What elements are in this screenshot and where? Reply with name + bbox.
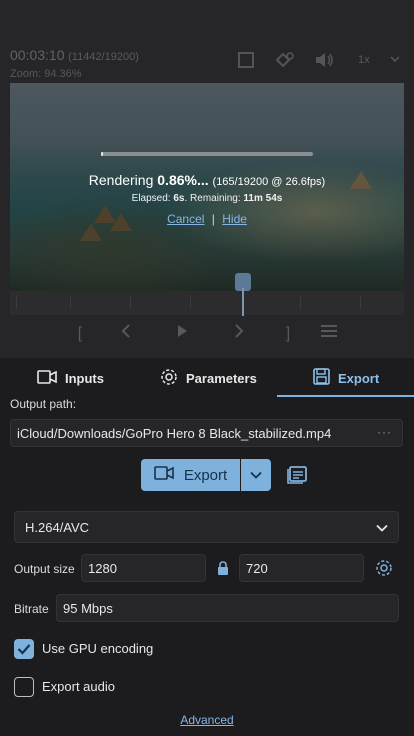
lock-icon[interactable] bbox=[217, 561, 229, 580]
gear-icon bbox=[160, 368, 178, 389]
zoom-level: Zoom: 94.36% bbox=[10, 68, 82, 80]
chevron-down-icon bbox=[390, 54, 400, 66]
bitrate-value: 95 Mbps bbox=[63, 600, 113, 616]
remaining-value: 11m 54s bbox=[243, 193, 283, 204]
output-height-field[interactable]: 720 bbox=[239, 554, 364, 582]
output-size-label: Output size bbox=[14, 562, 75, 576]
trim-start-button[interactable]: [ bbox=[68, 322, 92, 346]
frame-counter: (11442/19200) bbox=[68, 51, 139, 63]
chevron-down-icon bbox=[376, 520, 388, 535]
next-frame-icon[interactable] bbox=[227, 322, 251, 346]
output-path-value: iCloud/Downloads/GoPro Hero 8 Black_stab… bbox=[17, 425, 332, 441]
render-progress-bar bbox=[101, 152, 313, 156]
use-gpu-checkbox[interactable] bbox=[14, 639, 34, 659]
tab-parameters[interactable]: Parameters bbox=[160, 358, 257, 398]
tab-export-label: Export bbox=[338, 370, 380, 386]
use-gpu-label[interactable]: Use GPU encoding bbox=[42, 641, 153, 656]
prev-frame-icon[interactable] bbox=[114, 322, 138, 346]
active-tab-indicator bbox=[277, 395, 414, 397]
actions-separator: | bbox=[211, 212, 215, 226]
render-detail: (165/19200 @ 26.6fps) bbox=[212, 176, 326, 188]
playback-speed-select[interactable]: 1x bbox=[352, 50, 406, 70]
advanced-link[interactable]: Advanced bbox=[180, 713, 233, 727]
volume-icon[interactable] bbox=[314, 50, 336, 75]
export-options-dropdown[interactable] bbox=[241, 459, 271, 491]
timeline-controls: [ ] bbox=[0, 322, 414, 348]
timeline[interactable] bbox=[10, 291, 404, 315]
render-actions: Cancel | Hide bbox=[0, 212, 414, 226]
play-icon[interactable] bbox=[170, 322, 194, 346]
remaining-label: . Remaining: bbox=[184, 193, 241, 204]
crop-icon[interactable] bbox=[236, 50, 256, 75]
path-options-button[interactable]: ··· bbox=[377, 425, 392, 439]
output-width-value: 1280 bbox=[88, 560, 117, 576]
elapsed-value: 6s bbox=[173, 193, 185, 204]
output-width-field[interactable]: 1280 bbox=[81, 554, 206, 582]
render-status: Rendering 0.86%... (165/19200 @ 26.6fps) bbox=[0, 172, 414, 188]
elapsed-label: Elapsed: bbox=[131, 193, 171, 204]
render-timing: Elapsed: 6s. Remaining: 11m 54s bbox=[0, 193, 414, 204]
toolbar-notch bbox=[140, 68, 224, 82]
hide-render-link[interactable]: Hide bbox=[222, 212, 247, 226]
output-path-field[interactable]: iCloud/Downloads/GoPro Hero 8 Black_stab… bbox=[10, 419, 403, 447]
output-height-value: 720 bbox=[246, 560, 268, 576]
speed-value: 1x bbox=[358, 54, 370, 66]
cancel-render-link[interactable]: Cancel bbox=[167, 212, 204, 226]
tab-parameters-label: Parameters bbox=[186, 370, 257, 386]
tab-inputs-label: Inputs bbox=[65, 370, 104, 386]
timecode: 00:03:10 bbox=[10, 47, 65, 63]
export-audio-label[interactable]: Export audio bbox=[42, 679, 115, 694]
menu-icon[interactable] bbox=[317, 322, 341, 346]
export-button[interactable]: Export bbox=[141, 459, 240, 491]
export-button-label: Export bbox=[183, 466, 228, 484]
playhead-line bbox=[242, 288, 244, 316]
gear-icon[interactable] bbox=[375, 559, 393, 582]
video-camera-icon bbox=[37, 369, 57, 387]
export-audio-checkbox[interactable] bbox=[14, 677, 34, 697]
codec-select[interactable]: H.264/AVC bbox=[14, 511, 399, 543]
render-percent: 0.86%... bbox=[157, 172, 209, 188]
checkmark-icon bbox=[17, 644, 31, 655]
output-path-label: Output path: bbox=[10, 397, 77, 411]
save-icon bbox=[313, 368, 330, 388]
render-queue-icon[interactable] bbox=[287, 464, 309, 489]
tab-bar: Inputs Parameters Export bbox=[0, 358, 414, 398]
stabilize-icon[interactable] bbox=[274, 50, 296, 75]
tab-inputs[interactable]: Inputs bbox=[37, 358, 104, 398]
timecode-display: 00:03:10 (11442/19200) Zoom: 94.36% bbox=[10, 48, 139, 82]
advanced-section: Advanced bbox=[0, 713, 414, 727]
player-area: 00:03:10 (11442/19200) Zoom: 94.36% 1x R… bbox=[0, 0, 414, 358]
render-label: Rendering bbox=[88, 172, 154, 188]
trim-end-button[interactable]: ] bbox=[276, 322, 300, 346]
render-progress-fill bbox=[101, 152, 104, 156]
chevron-down-icon bbox=[250, 466, 262, 484]
bitrate-label: Bitrate bbox=[14, 602, 49, 616]
bitrate-field[interactable]: 95 Mbps bbox=[56, 594, 399, 622]
tab-export[interactable]: Export bbox=[313, 358, 379, 398]
video-camera-icon bbox=[154, 466, 174, 484]
codec-value: H.264/AVC bbox=[25, 519, 90, 535]
